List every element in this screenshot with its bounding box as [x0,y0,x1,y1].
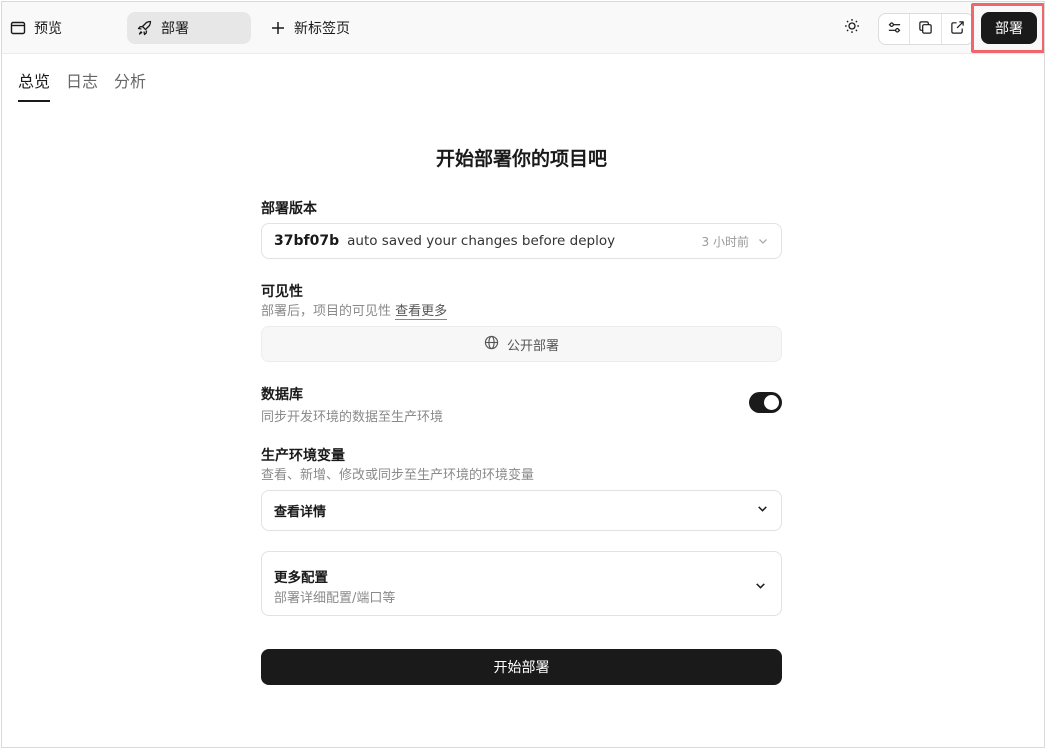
sub-tabs: 总览 日志 分析 [18,68,146,102]
sun-icon [844,18,860,38]
version-message: auto saved your changes before deploy [347,233,616,249]
copy-icon [918,20,933,39]
new-tab-button[interactable]: 新标签页 [262,12,358,44]
theme-toggle-button[interactable] [836,14,868,42]
version-label: 部署版本 [261,201,317,217]
env-detail-label: 查看详情 [274,505,327,520]
database-sync-toggle[interactable] [749,392,782,413]
sliders-icon [887,20,902,39]
learn-more-link[interactable]: 查看更多 [395,304,448,320]
tab-logs[interactable]: 日志 [66,68,98,102]
version-select[interactable]: 37bf07b auto saved your changes before d… [261,223,782,259]
visibility-desc: 部署后，项目的可见性 查看更多 [261,300,448,320]
version-hash: 37bf07b [274,233,340,249]
external-link-icon [950,20,965,39]
settings-button[interactable] [879,14,911,44]
visibility-desc-text: 部署后，项目的可见性 [261,304,392,319]
database-label: 数据库 [261,387,303,403]
tab-analytics[interactable]: 分析 [114,68,146,102]
start-deploy-button[interactable]: 开始部署 [261,649,782,685]
database-desc: 同步开发环境的数据至生产环境 [261,410,444,425]
chevron-down-icon [754,577,767,596]
env-detail-select[interactable]: 查看详情 [261,490,782,531]
chevron-down-icon [757,232,769,251]
rocket-icon [137,20,153,36]
more-config-panel[interactable]: 更多配置 部署详细配置/端口等 [261,551,782,616]
tab-deploy[interactable]: 部署 [127,12,251,44]
visibility-label: 可见性 [261,284,303,300]
more-config-desc: 部署详细配置/端口等 [274,591,396,606]
new-tab-label: 新标签页 [294,21,350,37]
tab-overview[interactable]: 总览 [18,68,51,102]
app-frame: 预览 部署 新标签页 部署 总览 日志 分析 开始部署你的项目吧 部署版本 37… [1,1,1045,748]
env-desc: 查看、新增、修改或同步至生产环境的环境变量 [261,468,535,483]
window-icon [10,20,26,36]
top-bar: 预览 部署 新标签页 部署 [2,2,1044,54]
chevron-down-icon [756,502,769,519]
deploy-button[interactable]: 部署 [981,12,1037,44]
public-deploy-label: 公开部署 [506,338,559,354]
tab-preview-label: 预览 [34,21,62,37]
globe-icon [484,335,499,354]
toolbar-group [878,13,974,45]
toggle-knob [764,395,779,410]
env-label: 生产环境变量 [261,448,345,464]
page-title: 开始部署你的项目吧 [435,148,607,170]
version-time: 3 小时前 [701,234,749,249]
public-deploy-button[interactable]: 公开部署 [261,326,782,362]
copy-button[interactable] [910,14,942,44]
tab-deploy-label: 部署 [161,21,189,37]
plus-icon [270,20,286,36]
tab-preview[interactable]: 预览 [2,12,70,44]
more-config-title: 更多配置 [274,570,328,586]
open-external-button[interactable] [942,14,973,44]
